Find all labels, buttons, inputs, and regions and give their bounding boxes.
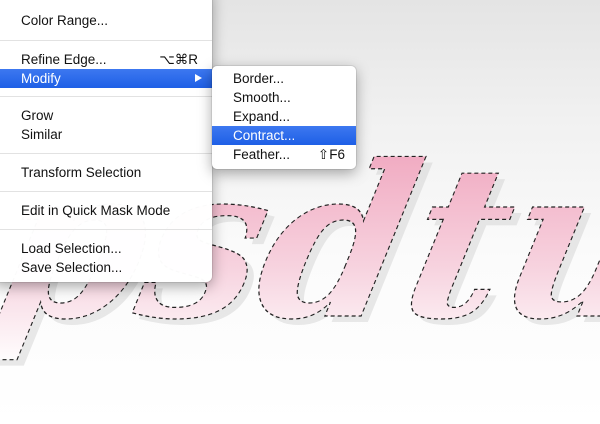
menu-item-label: Feather... — [233, 147, 291, 162]
menu-separator — [0, 40, 212, 41]
menu-item-load-selection[interactable]: Load Selection... — [0, 239, 212, 258]
triangle-right-icon — [195, 74, 202, 82]
menu-item-label: Refine Edge... — [21, 52, 107, 67]
menu-item-similar[interactable]: Similar — [0, 125, 212, 144]
menu-item-label: Border... — [233, 71, 285, 86]
menu-separator — [0, 229, 212, 230]
menu-item-grow[interactable]: Grow — [0, 106, 212, 125]
menu-item-quick-mask[interactable]: Edit in Quick Mask Mode — [0, 201, 212, 220]
menu-item-transform-selection[interactable]: Transform Selection — [0, 163, 212, 182]
menu-separator — [0, 153, 212, 154]
menu-item-refine-edge[interactable]: Refine Edge... ⌥⌘R — [0, 50, 212, 69]
menu-item-label: Smooth... — [233, 90, 291, 105]
menu-item-label: Grow — [21, 108, 54, 123]
menu-item-label: Transform Selection — [21, 165, 142, 180]
menu-shortcut: ⌥⌘R — [159, 52, 198, 67]
menu-shortcut: ⇧F6 — [317, 147, 345, 162]
menu-separator — [0, 191, 212, 192]
select-menu: Color Range... Refine Edge... ⌥⌘R Modify… — [0, 0, 212, 282]
menu-item-color-range[interactable]: Color Range... — [0, 11, 212, 30]
menu-item-label: Similar — [21, 127, 63, 142]
menu-item-label: Save Selection... — [21, 260, 123, 275]
menu-item-label: Expand... — [233, 109, 291, 124]
menu-item-label: Load Selection... — [21, 241, 122, 256]
submenu-item-expand[interactable]: Expand... — [212, 107, 356, 126]
menu-item-save-selection[interactable]: Save Selection... — [0, 258, 212, 277]
menu-item-label: Edit in Quick Mask Mode — [21, 203, 171, 218]
menu-item-label: Modify — [21, 71, 61, 86]
menu-separator — [0, 96, 212, 97]
submenu-item-smooth[interactable]: Smooth... — [212, 88, 356, 107]
menu-item-modify[interactable]: Modify — [0, 69, 212, 88]
submenu-item-border[interactable]: Border... — [212, 69, 356, 88]
menu-item-label: Contract... — [233, 128, 296, 143]
modify-submenu: Border... Smooth... Expand... Contract..… — [212, 66, 356, 169]
submenu-item-contract[interactable]: Contract... — [212, 126, 356, 145]
menu-item-label: Color Range... — [21, 13, 109, 28]
submenu-item-feather[interactable]: Feather... ⇧F6 — [212, 145, 356, 164]
